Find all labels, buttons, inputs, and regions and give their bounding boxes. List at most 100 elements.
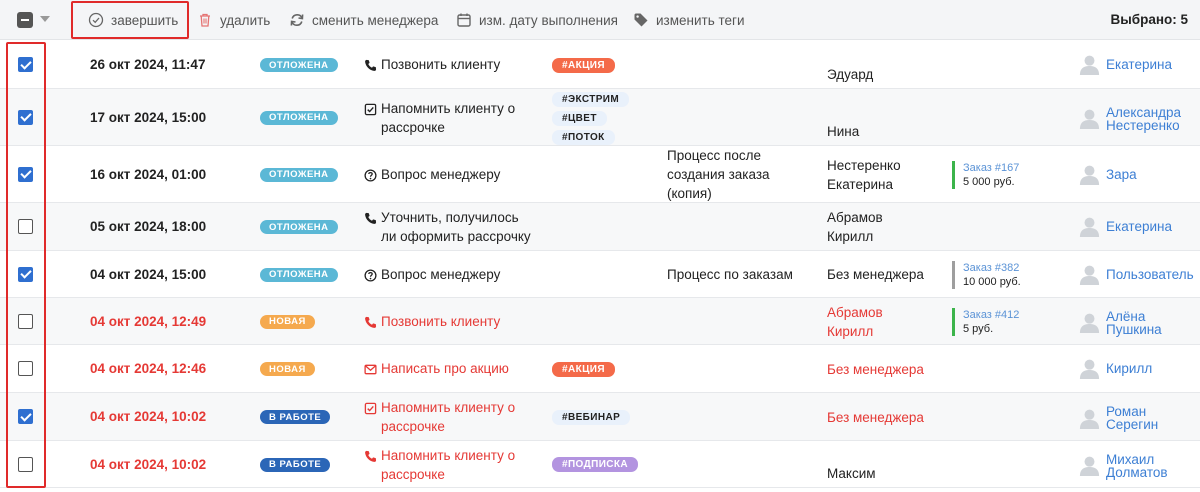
refresh-icon (290, 14, 304, 26)
question-icon (364, 168, 377, 187)
task-title[interactable]: Уточнить, получилось ли оформить рассроч… (364, 208, 534, 246)
chevron-down-icon[interactable] (40, 16, 50, 22)
task-title[interactable]: Напомнить клиенту о рассрочке (364, 446, 534, 484)
tag-chip[interactable]: #ВЕБИНАР (552, 410, 631, 425)
task-date: 04 окт 2024, 10:02 (90, 456, 207, 472)
manager-name[interactable]: Роман Серегин (1106, 405, 1186, 432)
manager-name[interactable]: Пользователь (1106, 267, 1194, 281)
change-tags-button[interactable]: изменить теги (633, 0, 745, 40)
manager[interactable]: Александра Нестеренко (1078, 105, 1186, 132)
task-date: 17 окт 2024, 15:00 (90, 109, 207, 125)
manager[interactable]: Михаил Долматов (1078, 452, 1186, 479)
manager-name[interactable]: Екатерина (1106, 58, 1172, 72)
avatar-icon (1078, 263, 1101, 286)
task-text: Напомнить клиенту о рассрочке (381, 400, 516, 434)
status-badge: В РАБОТЕ (260, 410, 331, 424)
mail-icon (364, 362, 377, 381)
manager[interactable]: Кирилл (1078, 357, 1152, 380)
manager[interactable]: Зара (1078, 163, 1137, 186)
order-link[interactable]: Заказ #167 5 000 руб. (952, 160, 1019, 189)
trash-icon (200, 13, 210, 27)
client-name[interactable]: Абрамов Кирилл (827, 303, 917, 341)
order-number[interactable]: Заказ #412 (963, 308, 1019, 322)
task-text: Вопрос менеджеру (381, 166, 501, 182)
table-row[interactable]: 04 окт 2024, 12:46 НОВАЯ Написать про акци… (0, 345, 1200, 393)
order-sum: 5 руб. (963, 322, 994, 335)
table-row[interactable]: 17 окт 2024, 15:00 ОТЛОЖЕНА Напомнить клие… (0, 89, 1200, 146)
table-row[interactable]: 04 окт 2024, 10:02 В РАБОТЕ Напомнить клие… (0, 441, 1200, 488)
order-link[interactable]: Заказ #382 10 000 руб. (952, 260, 1021, 289)
task-title[interactable]: Позвонить клиенту (364, 312, 534, 334)
avatar-icon (1078, 163, 1101, 186)
manager-name[interactable]: Александра Нестеренко (1106, 105, 1186, 132)
client-name[interactable]: Максим (827, 464, 957, 483)
phone-icon (364, 211, 377, 246)
change-date-button[interactable]: изм. дату выполнения (456, 0, 618, 40)
client-name[interactable]: Нестеренко Екатерина (827, 156, 917, 194)
task-date: 04 окт 2024, 10:02 (90, 409, 207, 424)
client-name[interactable]: Нина (827, 122, 957, 141)
tag-chip[interactable]: #АКЦИЯ (552, 58, 615, 73)
table-row[interactable]: 04 окт 2024, 12:49 НОВАЯ Позвонить клиенту… (0, 298, 1200, 345)
change-date-label: изм. дату выполнения (479, 12, 618, 28)
avatar-icon (1078, 357, 1101, 380)
task-date: 04 окт 2024, 12:49 (90, 313, 207, 329)
manager[interactable]: Пользователь (1078, 263, 1194, 286)
change-manager-button[interactable]: сменить менеджера (289, 0, 438, 40)
task-date: 05 окт 2024, 18:00 (90, 219, 207, 234)
manager-name[interactable]: Михаил Долматов (1106, 452, 1186, 479)
avatar-icon (1078, 107, 1101, 130)
task-title[interactable]: Написать про акцию (364, 359, 534, 381)
client-name[interactable]: Абрамов Кирилл (827, 208, 917, 246)
task-text: Позвонить клиенту (381, 313, 501, 329)
manager-name[interactable]: Алёна Пушкина (1106, 309, 1186, 336)
table-row[interactable]: 05 окт 2024, 18:00 ОТЛОЖЕНА Уточнить, полу… (0, 203, 1200, 251)
manager-name[interactable]: Екатерина (1106, 220, 1172, 234)
order-number[interactable]: Заказ #167 (963, 161, 1019, 175)
change-tags-label: изменить теги (656, 12, 745, 28)
task-title[interactable]: Напомнить клиенту о рассрочке (364, 99, 534, 137)
task-text: Напомнить клиенту о рассрочке (381, 100, 516, 135)
change-manager-label: сменить менеджера (312, 12, 439, 28)
client-name[interactable]: Без менеджера (827, 360, 957, 379)
client-name[interactable]: Без менеджера (827, 408, 957, 427)
manager[interactable]: Роман Серегин (1078, 405, 1186, 431)
table-row[interactable]: 04 окт 2024, 15:00 ОТЛОЖЕНА Вопрос менедже… (0, 251, 1200, 298)
phone-icon (364, 315, 377, 334)
delete-label: удалить (220, 12, 271, 28)
manager[interactable]: Екатерина (1078, 215, 1172, 238)
manager-name[interactable]: Зара (1106, 167, 1137, 181)
table-row[interactable]: 26 окт 2024, 11:47 ОТЛОЖЕНА Позвонить клие… (0, 41, 1200, 89)
tag-chip[interactable]: #ПОТОК (552, 130, 615, 145)
table-row[interactable]: 16 окт 2024, 01:00 ОТЛОЖЕНА Вопрос менедже… (0, 146, 1200, 203)
order-number[interactable]: Заказ #382 (963, 261, 1021, 275)
tag-chip[interactable]: #ЦВЕТ (552, 111, 607, 126)
process-name: Процесс по заказам (667, 267, 793, 282)
select-all-checkbox[interactable] (17, 12, 33, 28)
delete-button[interactable]: удалить (197, 0, 270, 40)
order-link[interactable]: Заказ #412 5 руб. (952, 307, 1019, 336)
status-badge: В РАБОТЕ (260, 457, 331, 472)
avatar-icon (1078, 53, 1101, 76)
task-text: Написать про акцию (381, 361, 509, 376)
task-title[interactable]: Вопрос менеджеру (364, 165, 534, 187)
task-title[interactable]: Вопрос менеджеру (364, 265, 534, 287)
order-sum: 5 000 руб. (963, 175, 1015, 188)
status-badge: ОТЛОЖЕНА (260, 110, 338, 125)
tag-chip[interactable]: #ПОДПИСКА (552, 457, 639, 472)
table-row[interactable]: 04 окт 2024, 10:02 В РАБОТЕ Напомнить клие… (0, 393, 1200, 441)
task-title[interactable]: Напомнить клиенту о рассрочке (364, 398, 534, 436)
manager[interactable]: Алёна Пушкина (1078, 309, 1186, 336)
tag-chip[interactable]: #АКЦИЯ (552, 362, 615, 377)
tag-chip[interactable]: #ЭКСТРИМ (552, 92, 630, 107)
checkbox-icon (364, 102, 377, 137)
manager-name[interactable]: Кирилл (1106, 362, 1152, 376)
status-badge: ОТЛОЖЕНА (260, 58, 338, 72)
client-name[interactable]: Эдуард (827, 65, 957, 84)
highlight-complete-button (71, 1, 189, 39)
status-badge: ОТЛОЖЕНА (260, 220, 338, 234)
task-title[interactable]: Позвонить клиенту (364, 55, 534, 77)
client-name[interactable]: Без менеджера (827, 265, 957, 284)
task-text: Напомнить клиенту о рассрочке (381, 447, 516, 482)
manager[interactable]: Екатерина (1078, 53, 1172, 76)
